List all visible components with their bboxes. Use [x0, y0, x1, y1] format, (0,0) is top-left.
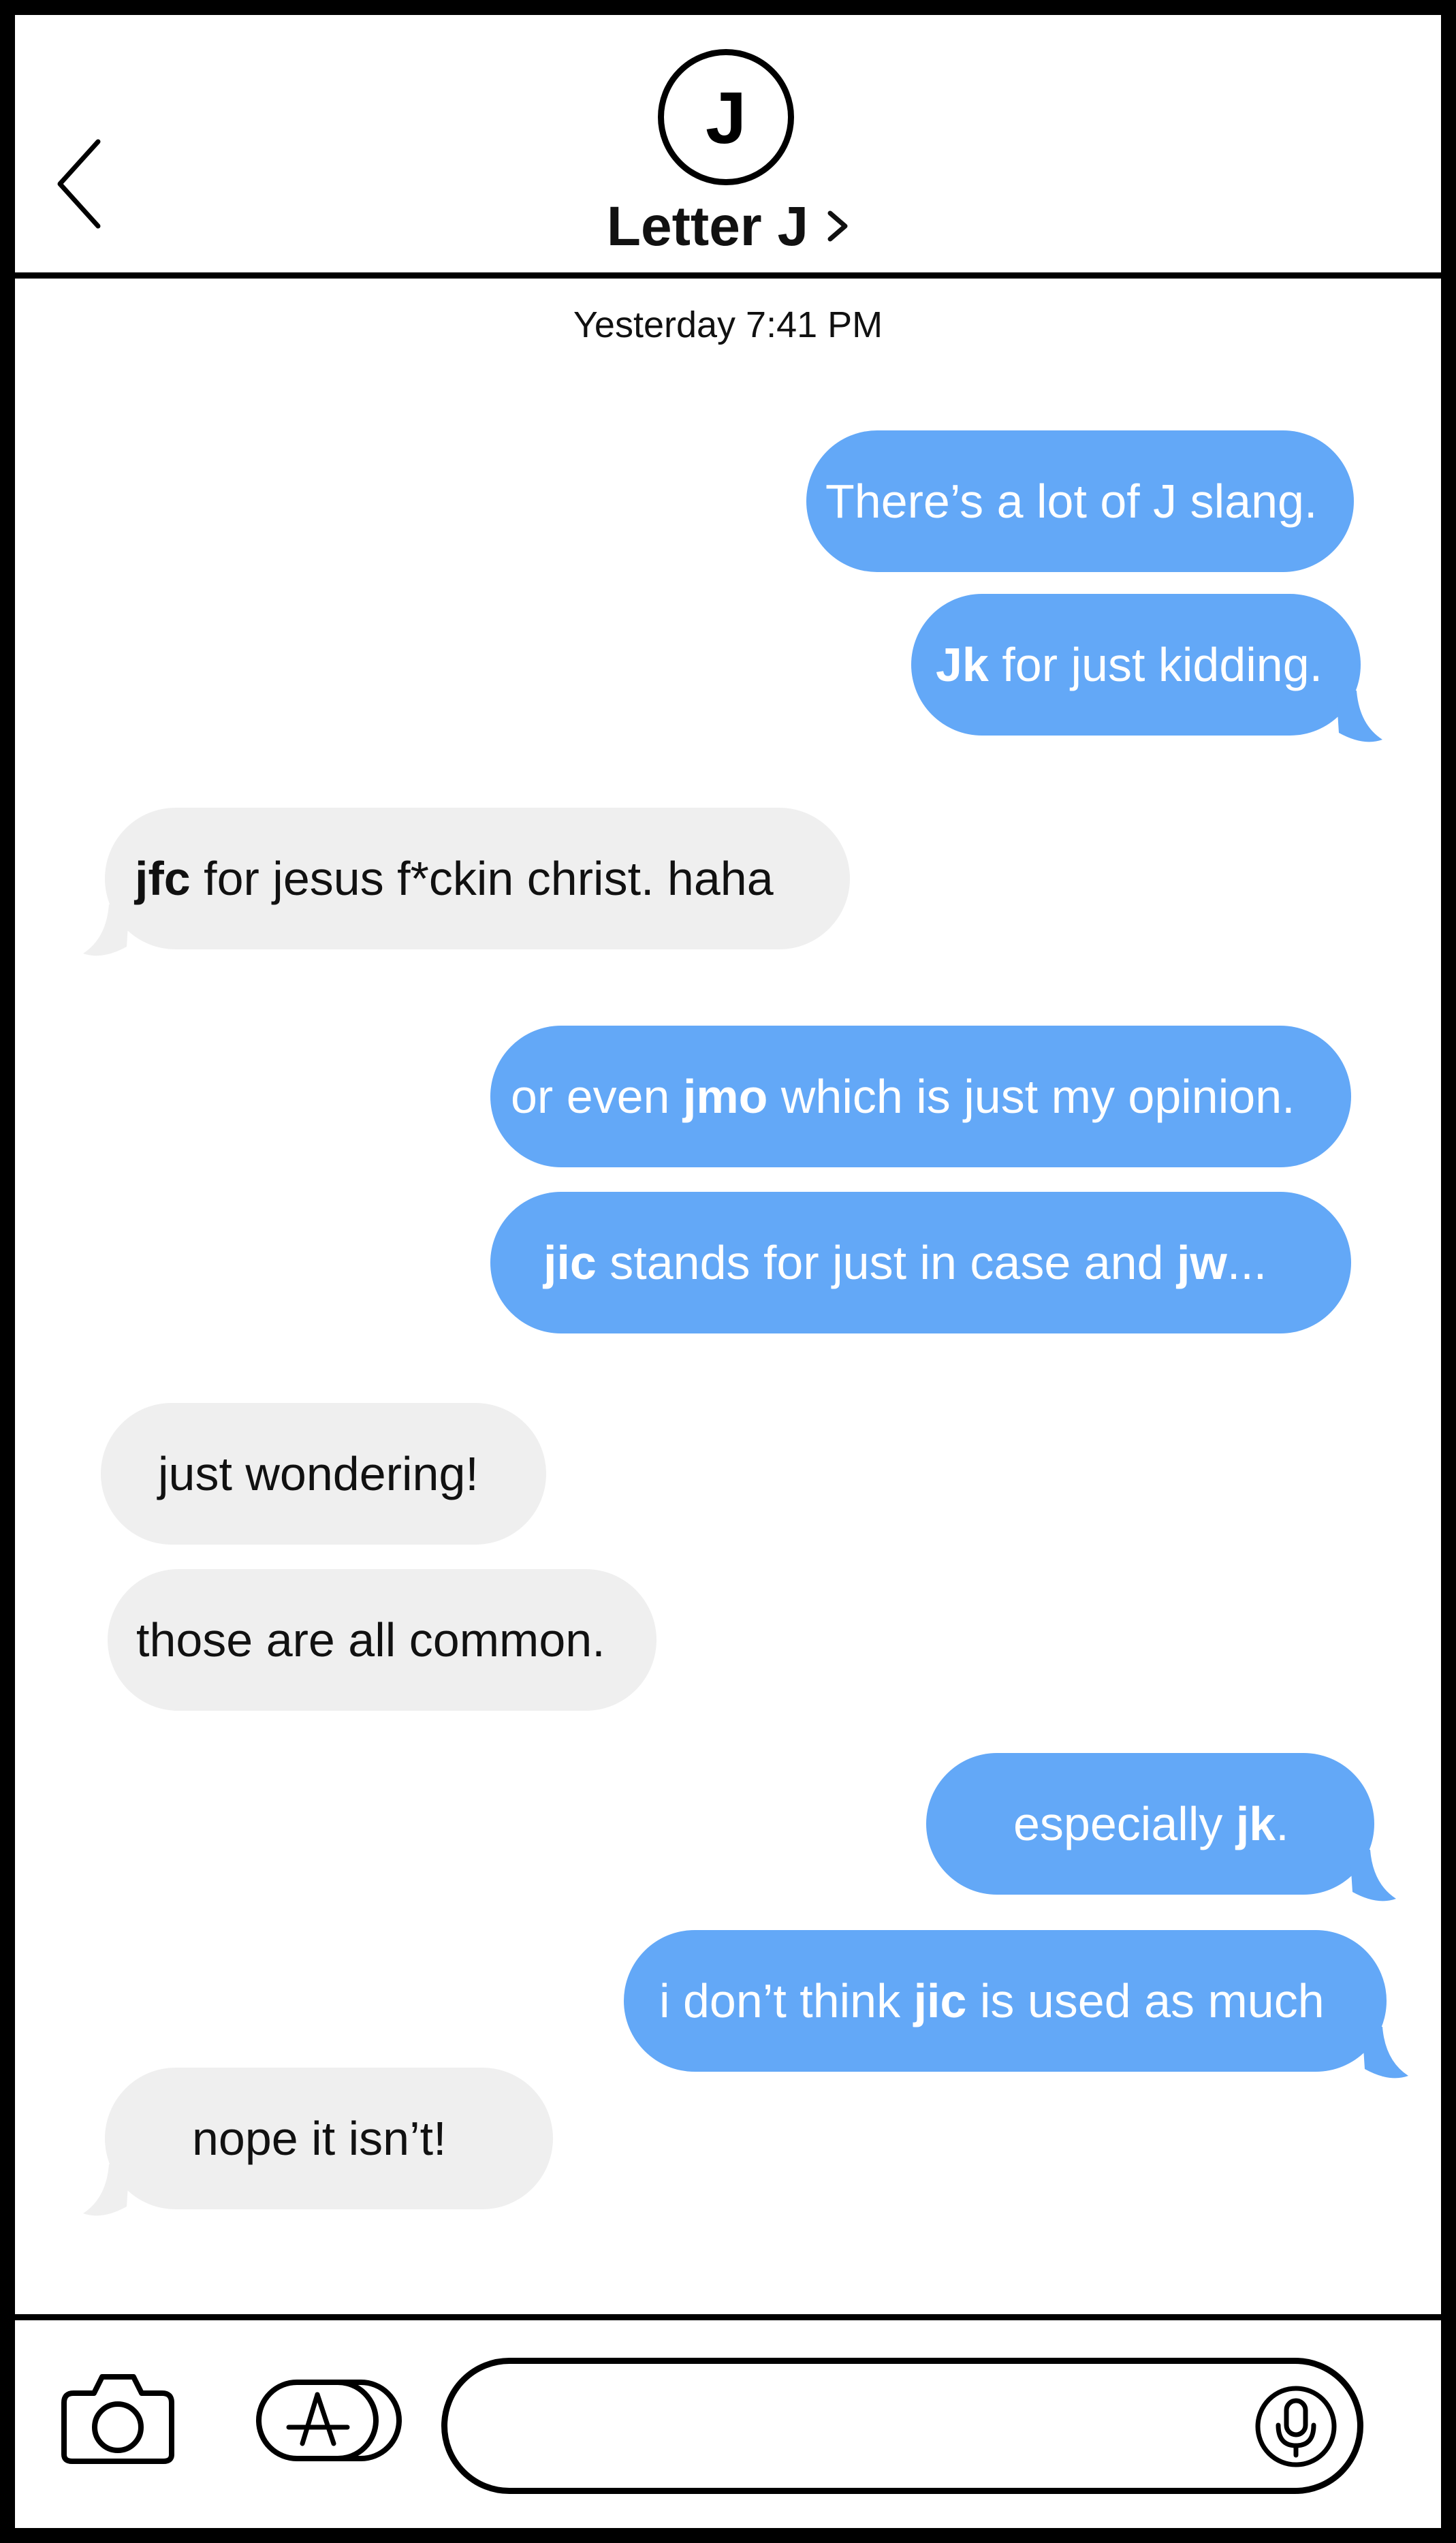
app-store-icon[interactable] — [255, 2377, 405, 2465]
toolbar-divider — [15, 2314, 1441, 2320]
message-slang-term: Jk — [936, 638, 989, 691]
contact-avatar[interactable]: J — [658, 49, 794, 185]
bubble-tail — [83, 904, 129, 956]
contact-name: Letter J — [606, 195, 809, 257]
outgoing-message-bubble[interactable]: or even jmo which is just my opinion. — [490, 1026, 1351, 1167]
message-text: stands for just in case and — [596, 1236, 1177, 1289]
header-divider — [15, 272, 1441, 279]
outgoing-message-bubble[interactable]: Jk for just kidding. — [911, 594, 1382, 742]
message-slang-term: jfc — [135, 852, 191, 905]
contact-name-row[interactable]: Letter J — [0, 195, 1456, 259]
message-slang-term: jic — [913, 1974, 967, 2027]
message-slang-term: jmo — [682, 1070, 768, 1123]
outgoing-message-bubble[interactable]: especially jk. — [926, 1753, 1396, 1901]
message-text: especially — [1013, 1797, 1236, 1850]
message-text: There’s a lot of J slang. — [825, 475, 1318, 528]
timestamp: Yesterday 7:41 PM — [573, 304, 883, 345]
incoming-message-bubble[interactable]: those are all common. — [108, 1569, 656, 1711]
message-text: those are all common. — [136, 1613, 605, 1667]
outgoing-message-bubble[interactable]: There’s a lot of J slang. — [806, 430, 1354, 572]
outgoing-message-bubble[interactable]: jic stands for just in case and jw... — [490, 1192, 1351, 1333]
message-text: or even — [511, 1070, 683, 1123]
camera-icon[interactable] — [60, 2370, 176, 2465]
incoming-message-bubble[interactable]: just wondering! — [101, 1403, 546, 1545]
message-input[interactable] — [441, 2358, 1363, 2494]
bubble-tail — [1362, 2027, 1408, 2079]
message-text: for just kidding. — [988, 638, 1323, 691]
message-text: for jesus f*ckin christ. haha — [190, 852, 774, 905]
microphone-icon[interactable] — [1254, 2384, 1338, 2469]
message-text: nope it isn’t! — [192, 2112, 447, 2165]
outgoing-message-bubble[interactable]: i don’t think jic is used as much — [624, 1930, 1408, 2079]
bubble-tail — [1336, 691, 1382, 742]
message-text: which is just my opinion. — [767, 1070, 1295, 1123]
message-text: is used as much — [966, 1974, 1325, 2027]
bubble-tail — [1350, 1850, 1396, 1901]
incoming-message-bubble[interactable]: jfc for jesus f*ckin christ. haha — [83, 808, 850, 956]
message-slang-term: jk — [1235, 1797, 1276, 1850]
message-slang-term: jic — [543, 1236, 597, 1289]
message-text: ... — [1226, 1236, 1267, 1289]
message-slang-term: jw — [1176, 1236, 1227, 1289]
bubble-tail — [83, 2164, 129, 2216]
incoming-message-bubble[interactable]: nope it isn’t! — [83, 2068, 553, 2216]
message-text: just wondering! — [158, 1447, 479, 1500]
message-text: . — [1276, 1797, 1289, 1850]
message-text: i don’t think — [659, 1974, 914, 2027]
chevron-right-icon — [827, 210, 848, 242]
